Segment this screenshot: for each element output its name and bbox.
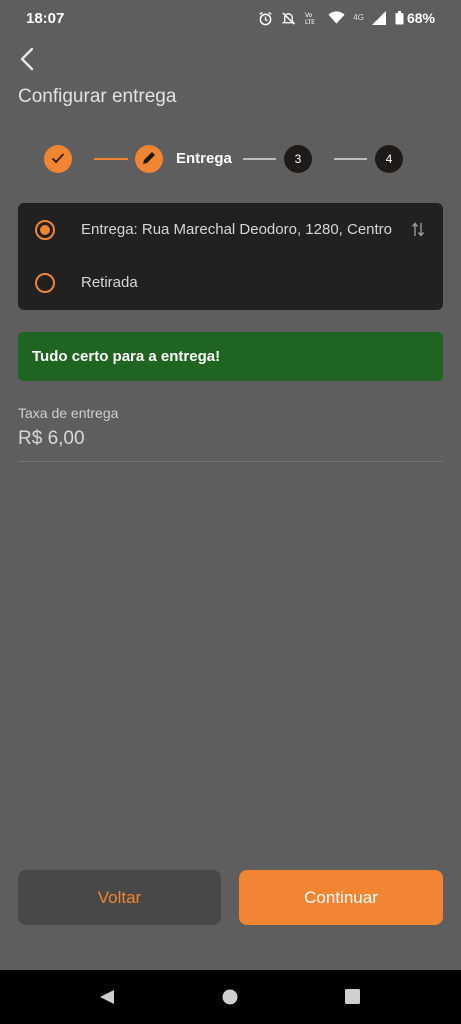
- step-4-pending: 4: [375, 145, 403, 173]
- volte-icon: Vo LTE: [304, 11, 320, 26]
- pencil-icon: [142, 151, 156, 168]
- radio-pickup[interactable]: [35, 273, 55, 293]
- option-delivery-label: Entrega: Rua Marechal Deodoro, 1280, Cen…: [81, 221, 393, 238]
- chevron-left-icon: [19, 47, 35, 76]
- step-connector: [94, 158, 128, 160]
- nav-back-icon[interactable]: [99, 989, 115, 1010]
- step-2-label: Entrega: [176, 150, 232, 167]
- stepper: Entrega 3 4: [44, 145, 404, 173]
- status-time: 18:07: [26, 9, 65, 27]
- battery-percent: 68%: [406, 10, 435, 26]
- signal-icon: [371, 11, 387, 25]
- fee-label: Taxa de entrega: [18, 405, 119, 421]
- system-nav-bar: [0, 970, 461, 1024]
- delivery-options-card: Entrega: Rua Marechal Deodoro, 1280, Cen…: [18, 203, 443, 310]
- step-connector: [243, 158, 276, 160]
- check-icon: [51, 152, 65, 167]
- step-2-active: [135, 145, 163, 173]
- swap-vertical-icon[interactable]: [411, 221, 425, 243]
- option-pickup[interactable]: Retirada: [18, 257, 443, 310]
- option-pickup-label: Retirada: [81, 274, 138, 291]
- wifi-icon: [328, 11, 345, 25]
- step-connector: [334, 158, 367, 160]
- battery-icon: [395, 11, 404, 25]
- status-icons: Vo LTE 4G 68%: [258, 10, 435, 26]
- back-button[interactable]: [12, 46, 42, 76]
- success-banner: Tudo certo para a entrega!: [18, 332, 443, 381]
- fee-divider: [18, 461, 443, 462]
- mute-icon: [281, 11, 296, 26]
- nav-home-icon[interactable]: [222, 989, 238, 1010]
- option-delivery[interactable]: Entrega: Rua Marechal Deodoro, 1280, Cen…: [18, 203, 443, 256]
- back-step-button[interactable]: Voltar: [18, 870, 221, 925]
- continue-button[interactable]: Continuar: [239, 870, 443, 925]
- step-3-pending: 3: [284, 145, 312, 173]
- nav-recents-icon[interactable]: [345, 989, 360, 1009]
- alarm-icon: [258, 11, 273, 26]
- svg-text:Vo: Vo: [305, 12, 313, 19]
- svg-text:LTE: LTE: [305, 19, 315, 26]
- page-title: Configurar entrega: [18, 86, 177, 107]
- radio-delivery-checked[interactable]: [35, 220, 55, 240]
- fee-value: R$ 6,00: [18, 428, 85, 449]
- status-bar: 18:07 Vo LTE 4G 68%: [0, 0, 461, 36]
- step-1-done: [44, 145, 72, 173]
- network-type: 4G: [353, 13, 364, 22]
